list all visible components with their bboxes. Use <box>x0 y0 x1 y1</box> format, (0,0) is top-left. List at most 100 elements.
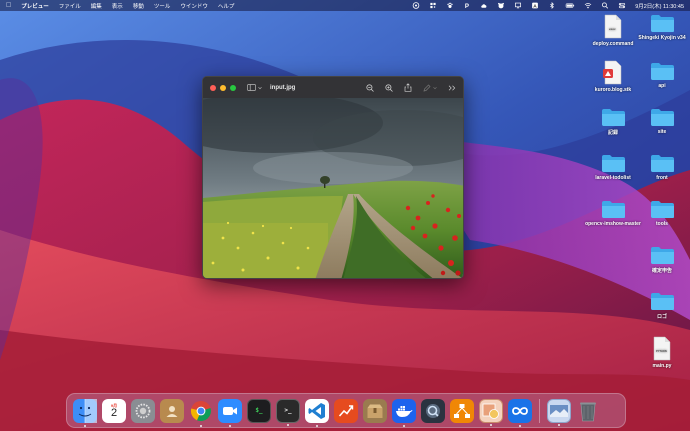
running-indicator <box>287 423 289 426</box>
search-icon[interactable] <box>601 2 609 9</box>
patreon-icon[interactable]: P <box>463 2 471 9</box>
python-file-icon: PYTHON <box>653 336 671 361</box>
dock-docker[interactable] <box>392 398 416 427</box>
svg-text:exec: exec <box>609 27 616 31</box>
menu-window[interactable]: ウインドウ <box>180 2 208 10</box>
chrome-icon <box>190 400 211 421</box>
share-icon[interactable] <box>404 83 412 92</box>
desktop-item-label: opencv-imshow-master <box>585 221 641 227</box>
zoom-out-icon[interactable] <box>366 83 374 92</box>
folder-icon <box>650 109 674 126</box>
desktop-item-kuroro-blog[interactable]: kuroro.blog.stk <box>585 60 641 93</box>
menubar-clock[interactable]: 9月2日(木) 11:30:45 <box>635 2 684 10</box>
obs-icon[interactable] <box>412 2 420 9</box>
desktop-item-label: site <box>657 129 667 135</box>
dock-draw-io[interactable] <box>450 398 474 423</box>
image-canvas[interactable] <box>203 98 464 279</box>
dock-contacts[interactable] <box>160 398 184 423</box>
menu-view[interactable]: 表示 <box>112 2 123 10</box>
input-method-icon[interactable]: A <box>531 2 539 9</box>
desktop-item-deploy-command[interactable]: exec deploy.command <box>585 14 641 47</box>
desktop-item-label: laravel-todolist <box>595 175 631 181</box>
close-button[interactable] <box>210 84 216 91</box>
markup-icon <box>423 84 431 91</box>
desktop-item-records[interactable]: 記録 <box>585 108 641 136</box>
control-center-icon[interactable] <box>618 2 626 9</box>
dock-preview[interactable] <box>479 398 503 426</box>
cloud-icon[interactable] <box>480 2 488 9</box>
bluetooth-icon[interactable] <box>548 2 556 9</box>
docker-whale-icon <box>396 405 413 417</box>
zoom-in-icon[interactable] <box>385 83 393 92</box>
running-indicator <box>200 424 202 427</box>
qr-icon[interactable] <box>429 2 437 9</box>
apple-icon[interactable]:  <box>6 2 11 9</box>
document-icon: exec <box>604 14 622 39</box>
dock-trash[interactable] <box>576 399 600 423</box>
archive-box-icon <box>367 404 383 418</box>
desktop-item-api[interactable]: api <box>634 62 690 89</box>
image-stack-icon <box>550 404 568 417</box>
window-titlebar[interactable]: input.jpg <box>203 77 463 98</box>
sidebar-toggle-button[interactable] <box>247 84 262 91</box>
dock-terminal[interactable]: >_ <box>276 398 300 426</box>
desktop-item-opencv-imshow-master[interactable]: opencv-imshow-master <box>585 200 641 227</box>
menu-app-name[interactable]: プレビュー <box>21 2 49 10</box>
trash-icon <box>580 402 596 421</box>
menu-edit[interactable]: 編集 <box>91 2 102 10</box>
dock-vscode[interactable] <box>305 398 329 427</box>
running-indicator <box>490 423 492 426</box>
menu-go[interactable]: 移動 <box>133 2 144 10</box>
chevron-down-icon <box>258 86 262 89</box>
desktop-item-main-py[interactable]: PYTHON main.py <box>634 336 690 369</box>
running-indicator <box>519 424 521 427</box>
dock-zoom[interactable] <box>218 398 242 427</box>
menu-help[interactable]: ヘルプ <box>218 2 235 10</box>
desktop-item-front[interactable]: front <box>634 154 690 181</box>
desktop-item-tools[interactable]: tools <box>634 200 690 227</box>
menu-file[interactable]: ファイル <box>59 2 81 10</box>
cast-icon[interactable] <box>514 2 522 9</box>
running-indicator <box>316 424 318 427</box>
menu-tools[interactable]: ツール <box>154 2 171 10</box>
dock-quicktime[interactable] <box>421 398 445 423</box>
dock-analytics[interactable] <box>334 398 358 423</box>
desktop-item-site[interactable]: site <box>634 108 690 135</box>
desktop-item-shingeki[interactable]: Shingeki Kyojin v34 <box>634 14 690 41</box>
desktop-item-label: main.py <box>652 363 672 369</box>
paw-icon[interactable] <box>446 2 454 9</box>
dock-screenshot-folder[interactable] <box>547 398 571 426</box>
dock-finder[interactable] <box>73 398 97 427</box>
minimize-button[interactable] <box>220 84 226 91</box>
desktop-item-label: front <box>656 175 668 181</box>
window-title: input.jpg <box>270 84 296 91</box>
yellow-flowers <box>203 221 328 278</box>
desktop-item-label: 記録 <box>607 130 618 136</box>
running-indicator <box>403 424 405 427</box>
dock-infinity-app[interactable] <box>508 398 532 427</box>
battery-icon[interactable] <box>565 2 575 9</box>
dock-archive-utility[interactable] <box>363 398 387 423</box>
desktop-item-tax-return[interactable]: 確定申告 <box>634 246 690 274</box>
dock-system-preferences[interactable] <box>131 398 155 423</box>
bear-icon[interactable] <box>497 2 505 9</box>
folder-icon <box>650 247 674 264</box>
window-controls <box>210 84 236 91</box>
trend-chart-icon <box>338 404 354 417</box>
folder-icon <box>601 109 625 126</box>
desktop-item-logo[interactable]: ロゴ <box>634 292 690 320</box>
preview-window[interactable]: input.jpg <box>202 76 464 279</box>
terminal-icon: >_ <box>284 407 292 414</box>
wifi-icon[interactable] <box>584 2 592 9</box>
more-icon[interactable] <box>448 85 456 91</box>
menu-bar:  プレビュー ファイル 編集 表示 移動 ツール ウインドウ ヘルプ P A … <box>0 0 690 11</box>
fullscreen-button[interactable] <box>230 84 236 91</box>
gear-icon <box>135 403 151 418</box>
dock-calendar[interactable]: 9月 2 <box>102 398 126 423</box>
window-toolbar <box>366 83 456 92</box>
dock-activity-terminal[interactable]: $_ <box>247 398 271 423</box>
markup-button[interactable] <box>423 84 437 92</box>
folder-icon <box>601 201 625 218</box>
desktop-item-laravel-todolist[interactable]: laravel-todolist <box>585 154 641 181</box>
dock-chrome[interactable] <box>189 399 213 427</box>
